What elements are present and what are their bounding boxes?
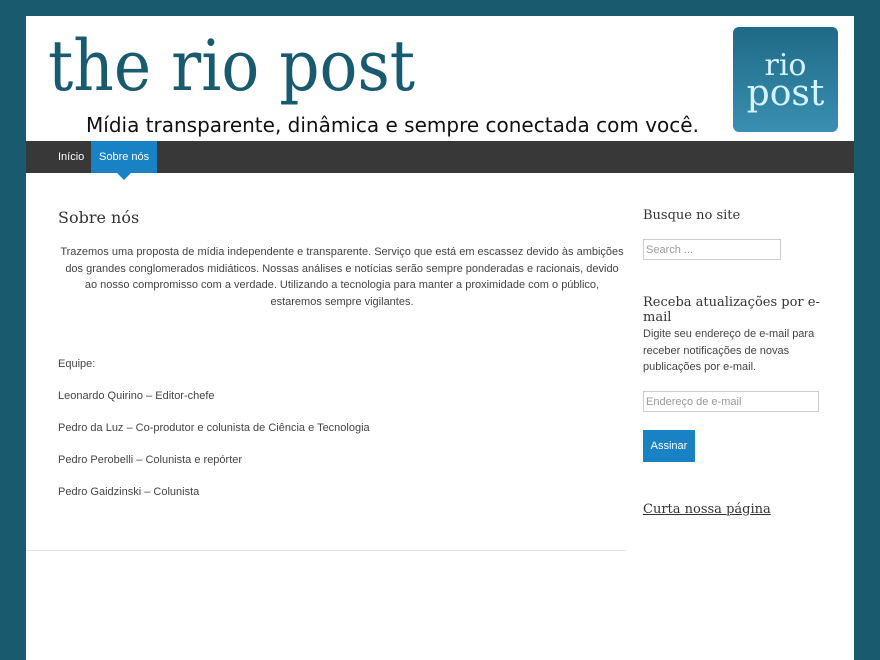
team-heading: Equipe:	[58, 358, 96, 370]
email-widget-title: Receba atualizações por e-mail	[643, 295, 820, 325]
site-header: the rio post Mídia transparente, dinâmic…	[26, 16, 854, 141]
team-member: Pedro Perobelli – Colunista e repórter	[58, 454, 243, 466]
main-navigation: Início Sobre nós	[26, 141, 854, 180]
intro-paragraph: Trazemos uma proposta de mídia independe…	[60, 246, 624, 308]
site-tagline: Mídia transparente, dinâmica e sempre co…	[86, 113, 699, 137]
content-divider	[26, 550, 626, 551]
site-title[interactable]: the rio post	[48, 26, 415, 106]
facebook-page-link[interactable]: Curta nossa página	[643, 502, 771, 517]
search-widget-title: Busque no site	[643, 208, 741, 223]
search-input[interactable]	[643, 239, 781, 260]
email-field[interactable]	[643, 391, 819, 412]
email-description: Digite seu endereço de e-mail para receb…	[643, 328, 815, 373]
page-container: the rio post Mídia transparente, dinâmic…	[26, 16, 854, 660]
team-member: Pedro Gaidzinski – Colunista	[58, 486, 200, 498]
site-logo[interactable]: rio post	[733, 27, 838, 132]
subscribe-button[interactable]: Assinar	[643, 430, 695, 462]
logo-text-line2: post	[746, 72, 825, 114]
nav-item-sobre-nos[interactable]: Sobre nós	[91, 141, 158, 180]
team-member: Leonardo Quirino – Editor-chefe	[58, 390, 215, 402]
page-title: Sobre nós	[58, 208, 140, 227]
team-member: Pedro da Luz – Co-produtor e colunista d…	[58, 422, 370, 434]
nav-item-inicio[interactable]: Início	[50, 141, 92, 173]
